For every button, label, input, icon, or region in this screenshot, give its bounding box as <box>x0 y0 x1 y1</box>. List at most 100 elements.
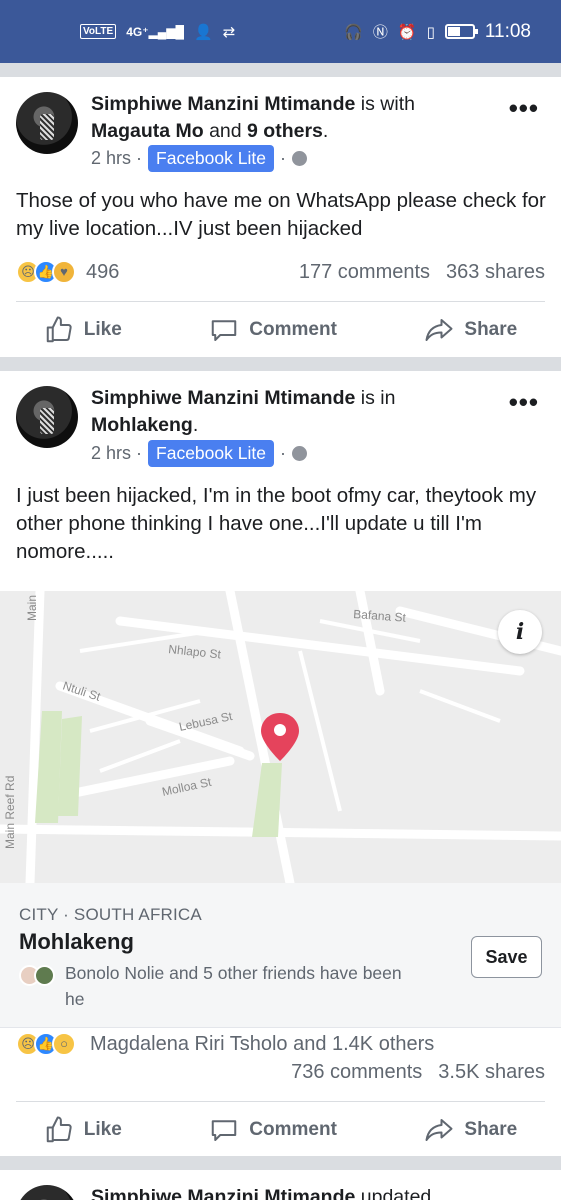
location-name[interactable]: Mohlakeng <box>91 414 193 436</box>
comment-icon <box>212 1120 237 1141</box>
author-avatar[interactable] <box>16 386 78 448</box>
post-header: Simphiwe Manzini Mtimande is in Mohlaken… <box>91 385 491 439</box>
post-header: Simphiwe Manzini Mtimande is with Magaut… <box>91 91 491 145</box>
nfc-icon: Ⓝ <box>372 24 388 41</box>
comment-label: Comment <box>249 1119 337 1140</box>
signal-indicator: 4G⁺▂▄▆█ <box>126 24 184 39</box>
comment-icon <box>212 320 237 341</box>
app-badge[interactable]: Facebook Lite <box>148 440 274 467</box>
reaction-emojis: ☹ 👍 ○ <box>16 1032 76 1056</box>
street-label: Main Reef Rd <box>3 776 17 849</box>
map-info-button[interactable]: i <box>498 610 542 654</box>
friends-visited: Bonolo Nolie and 5 other friends have be… <box>19 960 425 1012</box>
post-card-3: Simphiwe Manzini Mtimande updated <box>0 1170 561 1200</box>
alarm-icon: ⏰ <box>397 23 417 41</box>
reactions-summary[interactable]: ☹ 👍 ○ Magdalena Riri Tsholo and 1.4K oth… <box>16 1032 434 1056</box>
post-time[interactable]: 2 hrs · <box>91 443 142 464</box>
post-text: Those of you who have me on WhatsApp ple… <box>16 189 546 240</box>
post-actions: Like Comment Share <box>0 304 561 356</box>
reactions-text: Magdalena Riri Tsholo and 1.4K others <box>90 1032 435 1055</box>
share-button[interactable]: Share <box>424 315 517 345</box>
like-label: Like <box>83 319 122 340</box>
divider <box>16 1101 545 1102</box>
street-label: Nhlapo St <box>168 642 223 662</box>
battery-icon <box>444 24 478 39</box>
person-add-icon: 👤 <box>194 23 213 41</box>
shares-count[interactable]: 3.5K shares <box>438 1061 545 1084</box>
post-text: I just been hijacked, I'm in the boot of… <box>16 484 537 563</box>
like-icon <box>46 316 72 343</box>
street-label: Lebusa St <box>178 709 234 734</box>
comments-count[interactable]: 177 comments <box>299 261 430 284</box>
share-button[interactable]: Share <box>424 1115 517 1145</box>
meta-dot: · <box>279 443 286 463</box>
tagged-others[interactable]: 9 others <box>247 120 323 142</box>
clock: 11:08 <box>484 20 531 42</box>
author-avatar[interactable] <box>16 1185 78 1200</box>
comments-count[interactable]: 736 comments <box>291 1061 422 1084</box>
like-icon <box>46 1116 72 1143</box>
shares-count[interactable]: 363 shares <box>446 261 545 284</box>
headset-icon: 🎧 <box>344 23 363 41</box>
street-label: Main <box>25 595 39 621</box>
comment-label: Comment <box>249 319 337 340</box>
author-avatar[interactable] <box>16 92 78 154</box>
post-actions: Like Comment Share <box>0 1104 561 1156</box>
more-options-icon[interactable]: ••• <box>509 95 539 121</box>
comment-button[interactable]: Comment <box>209 315 337 345</box>
globe-icon <box>291 446 307 461</box>
post-header: Simphiwe Manzini Mtimande updated <box>91 1184 491 1200</box>
engagement-counts-row: 736 comments 3.5K shares <box>16 1061 545 1084</box>
and-text: and <box>203 120 248 142</box>
like-button[interactable]: Like <box>44 1115 122 1145</box>
engagement-counts: 177 comments 363 shares <box>299 261 545 284</box>
author-name[interactable]: Simphiwe Manzini Mtimande <box>91 93 355 115</box>
map-graphic: Bafana St Nhlapo St Ntuli St Lebusa St M… <box>0 591 561 883</box>
comment-button[interactable]: Comment <box>209 1115 337 1145</box>
like-button[interactable]: Like <box>44 315 122 345</box>
care-reaction-icon: ♥ <box>52 260 76 284</box>
data-icon: ⇄ <box>222 23 236 41</box>
globe-icon <box>291 151 307 166</box>
tagged-name[interactable]: Magauta Mo <box>91 120 204 142</box>
post-time[interactable]: 2 hrs · <box>91 148 142 169</box>
wow-reaction-icon: ○ <box>52 1032 76 1056</box>
post-card-2: Simphiwe Manzini Mtimande is in Mohlaken… <box>0 371 561 1156</box>
status-bar: VoLTE 4G⁺▂▄▆█ 👤 ⇄ 🎧 Ⓝ ⏰ ▯ 11:08 <box>0 0 561 63</box>
street-label: Molloa St <box>161 775 213 799</box>
connector-text: is in <box>355 387 396 409</box>
reactions-row: ☹ 👍 ♥ 496 177 comments 363 shares <box>16 260 545 284</box>
connector-text: is with <box>355 93 415 115</box>
divider <box>16 301 545 302</box>
friend-avatar <box>34 965 55 986</box>
location-map[interactable]: Bafana St Nhlapo St Ntuli St Lebusa St M… <box>0 591 561 883</box>
place-card[interactable]: CITY · SOUTH AFRICA Mohlakeng Save Bonol… <box>0 883 561 1028</box>
like-label: Like <box>83 1119 122 1140</box>
tail-text: . <box>322 120 329 142</box>
street-label: Bafana St <box>353 607 407 625</box>
reaction-emojis: ☹ 👍 ♥ <box>16 260 76 284</box>
connector-text: updated <box>355 1186 432 1200</box>
status-right: 🎧 Ⓝ ⏰ ▯ 11:08 <box>344 21 531 43</box>
tail-text: . <box>192 414 199 436</box>
share-icon <box>425 1119 453 1141</box>
street-label: Ntuli St <box>61 679 103 704</box>
share-label: Share <box>464 319 518 340</box>
place-category: CITY · SOUTH AFRICA <box>19 905 202 924</box>
more-options-icon[interactable]: ••• <box>509 389 539 415</box>
vibrate-icon: ▯ <box>426 23 435 41</box>
status-left: VoLTE 4G⁺▂▄▆█ 👤 ⇄ <box>80 23 235 41</box>
save-button[interactable]: Save <box>471 936 542 978</box>
share-label: Share <box>464 1119 518 1140</box>
post-meta: 2 hrs · Facebook Lite · <box>91 440 307 467</box>
author-name[interactable]: Simphiwe Manzini Mtimande <box>91 387 355 409</box>
post-card-1: Simphiwe Manzini Mtimande is with Magaut… <box>0 77 561 357</box>
engagement-counts: 736 comments 3.5K shares <box>291 1061 545 1084</box>
app-badge[interactable]: Facebook Lite <box>148 145 274 172</box>
place-name[interactable]: Mohlakeng <box>19 929 134 955</box>
volte-indicator: VoLTE <box>80 24 117 39</box>
reactions-summary[interactable]: ☹ 👍 ♥ 496 <box>16 260 119 284</box>
network-type: 4G⁺ <box>126 24 149 39</box>
meta-dot: · <box>279 148 286 168</box>
author-name[interactable]: Simphiwe Manzini Mtimande <box>91 1186 355 1200</box>
